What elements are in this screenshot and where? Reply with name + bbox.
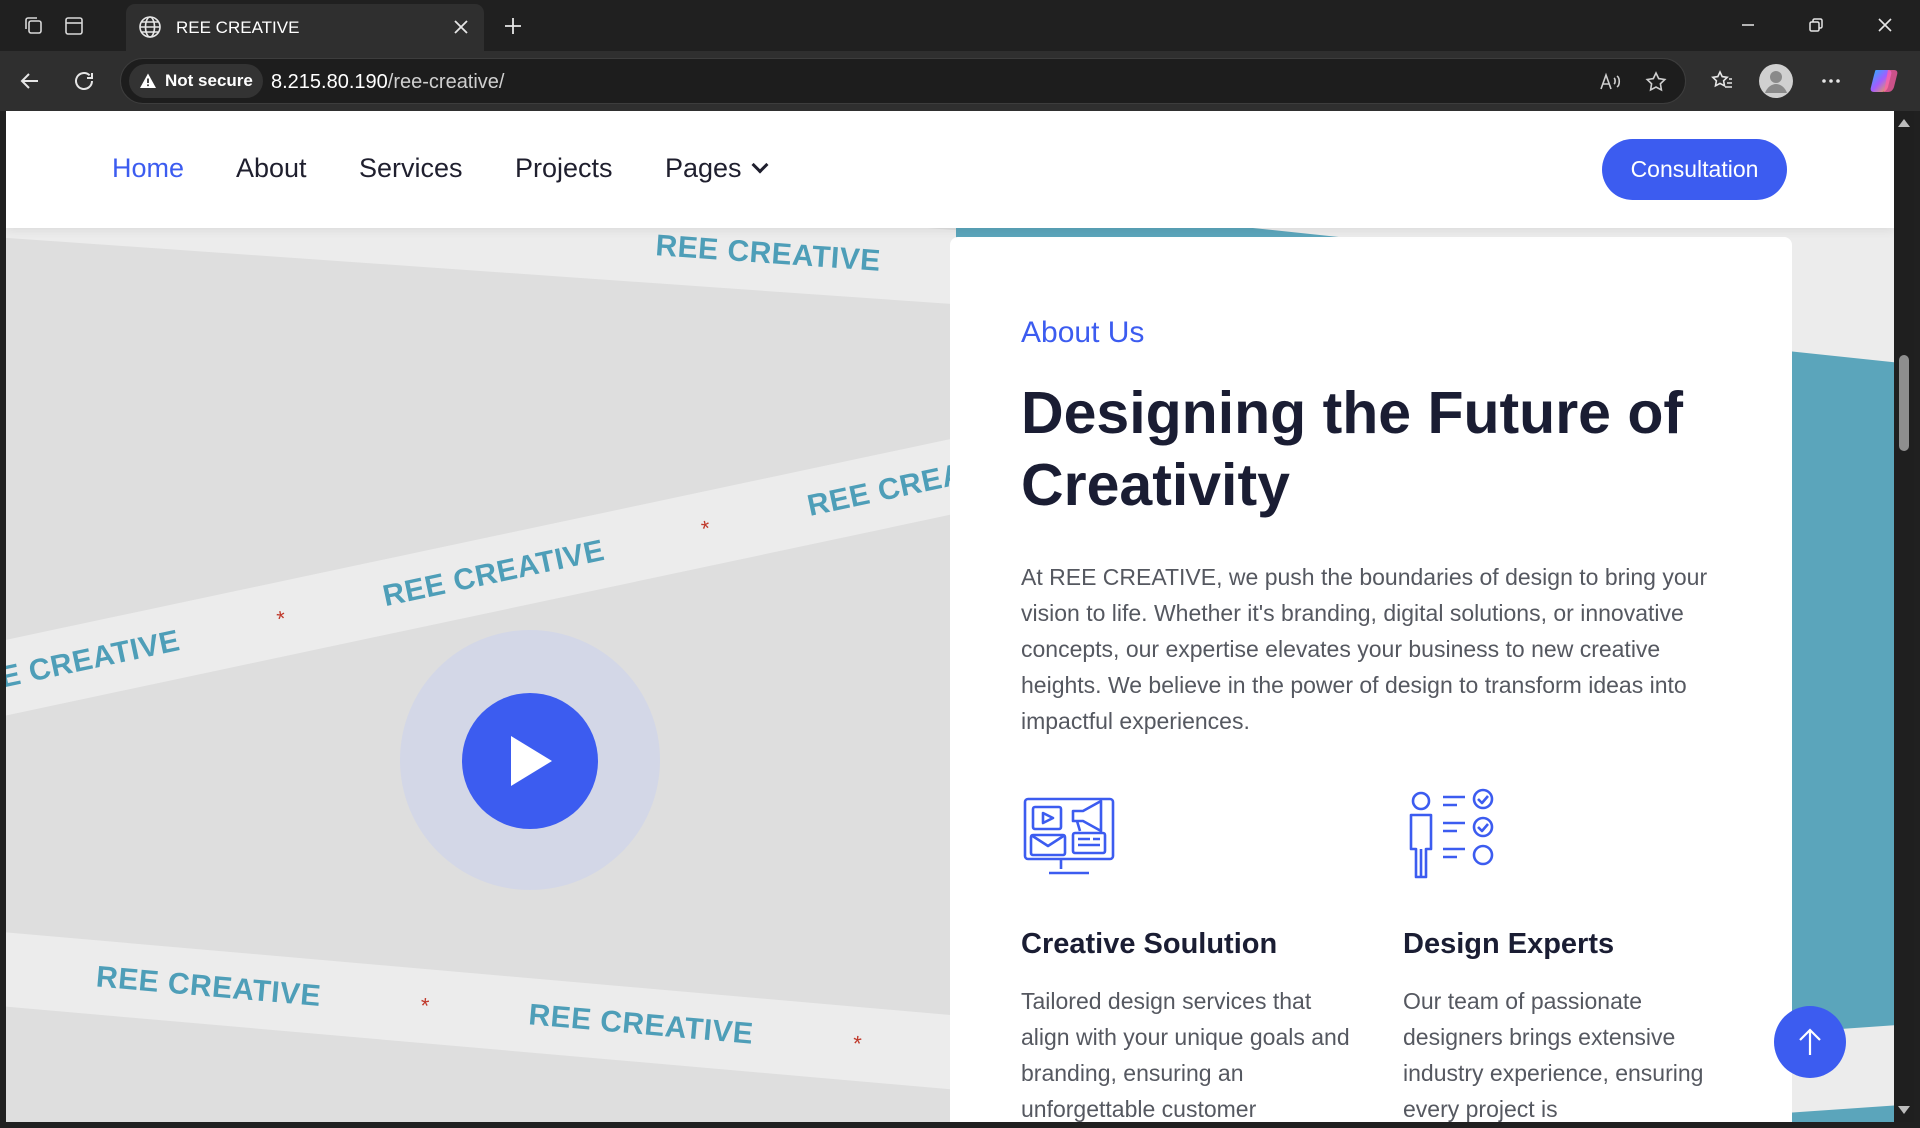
site-header: Home About Services Projects Pages Consu… — [6, 111, 1894, 228]
about-card: About Us Designing the Future of Creativ… — [950, 237, 1792, 1122]
brand-ribbon: *REE CREATIVE*REE CREATIVE*REE CREATIVE — [6, 925, 956, 1105]
new-tab-icon[interactable] — [496, 9, 530, 43]
window-bottom-border — [0, 1122, 1920, 1128]
feature-description: Tailored design services that align with… — [1021, 988, 1350, 1122]
url-host: 8.215.80.190 — [271, 71, 388, 93]
page-viewport: REE CREATIVE REE CREATIVE * REE CREATIVE * R… — [6, 111, 1894, 1122]
restore-icon[interactable] — [1793, 7, 1839, 43]
feature-creative-solution: Creative Soulution Tailored design servi… — [1021, 785, 1351, 1122]
chevron-down-icon — [751, 156, 769, 174]
video-background: REE CREATIVE REE CREATIVE * REE CREATIVE * R… — [6, 228, 956, 1122]
section-description: At REE CREATIVE, we push the boundaries … — [1021, 564, 1708, 734]
close-window-icon[interactable] — [1862, 7, 1908, 43]
nav-services[interactable]: Services — [359, 153, 463, 184]
page-scrollbar[interactable] — [1894, 111, 1914, 1122]
play-icon — [511, 736, 552, 786]
back-to-top-button[interactable] — [1774, 1006, 1846, 1078]
favorite-star-icon[interactable] — [1641, 67, 1671, 97]
reload-icon[interactable] — [66, 63, 102, 99]
close-tab-icon[interactable] — [446, 12, 476, 42]
nav-pages-dropdown[interactable]: Pages — [665, 153, 769, 184]
globe-icon — [136, 13, 164, 41]
expert-checklist-icon — [1409, 788, 1494, 879]
consultation-button[interactable]: Consultation — [1602, 139, 1787, 200]
back-icon[interactable] — [12, 63, 48, 99]
tab-title: REE CREATIVE — [176, 18, 300, 37]
security-indicator[interactable]: Not secure — [129, 64, 263, 98]
security-label: Not secure — [165, 71, 253, 90]
url-text[interactable]: 8.215.80.190/ree-creative/ — [271, 71, 505, 94]
scrollbar-thumb[interactable] — [1899, 355, 1909, 451]
nav-home[interactable]: Home — [112, 153, 184, 184]
url-path: /ree-creative/ — [387, 71, 505, 93]
arrow-up-icon — [1799, 1028, 1821, 1055]
scroll-down-icon[interactable] — [1898, 1106, 1910, 1114]
warning-icon — [140, 73, 156, 88]
section-title: Designing the Future of Creativity — [1021, 380, 1684, 518]
feature-title: Design Experts — [1403, 928, 1615, 960]
brand-ribbon: REE CREATIVE — [6, 228, 956, 311]
marketing-monitor-icon — [1023, 797, 1115, 875]
nav-projects[interactable]: Projects — [515, 153, 613, 184]
tab-actions-icon[interactable] — [58, 10, 90, 42]
copilot-icon[interactable] — [1866, 62, 1904, 100]
browser-address-bar: Not secure 8.215.80.190/ree-creative/ — [0, 51, 1920, 111]
minimize-icon[interactable] — [1725, 7, 1771, 43]
nav-about[interactable]: About — [236, 153, 307, 184]
active-tab[interactable]: REE CREATIVE — [126, 4, 484, 51]
read-aloud-icon[interactable] — [1595, 67, 1625, 97]
scroll-up-icon[interactable] — [1898, 119, 1910, 127]
nav-pages-label: Pages — [665, 153, 742, 183]
feature-design-experts: Design Experts Our team of passionate de… — [1403, 785, 1733, 1122]
favorites-icon[interactable] — [1703, 62, 1741, 100]
play-video-button[interactable] — [462, 693, 598, 829]
more-options-icon[interactable] — [1812, 62, 1850, 100]
workspaces-icon[interactable] — [18, 10, 50, 42]
feature-title: Creative Soulution — [1021, 928, 1278, 960]
browser-tab-bar: REE CREATIVE — [0, 0, 1920, 51]
feature-description: Our team of passionate designers brings … — [1403, 988, 1704, 1122]
profile-avatar[interactable] — [1757, 62, 1795, 100]
url-bar[interactable]: Not secure 8.215.80.190/ree-creative/ — [120, 58, 1686, 104]
section-kicker: About Us — [1021, 316, 1145, 349]
